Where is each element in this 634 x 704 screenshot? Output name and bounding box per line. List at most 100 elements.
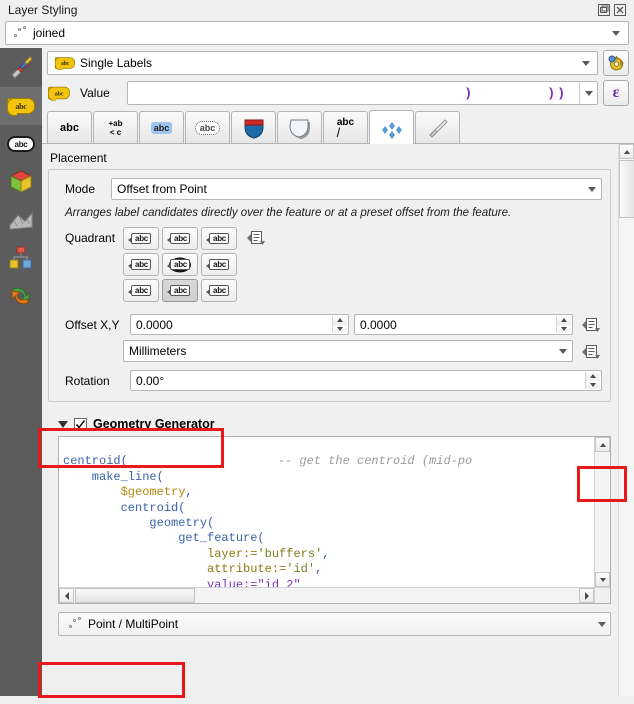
panel-vertical-scrollbar[interactable] [618, 144, 634, 696]
quadrant-cell-text: abc [128, 233, 151, 244]
offset-units-value: Millimeters [129, 344, 187, 358]
chevron-down-icon[interactable] [579, 82, 597, 104]
expression-builder-button[interactable]: ε [603, 80, 629, 106]
labeling-mode-row: abc Single Labels [42, 48, 634, 78]
geometry-generator-header[interactable]: Geometry Generator [48, 412, 611, 436]
quadrant-bottom-center[interactable]: abc [162, 279, 198, 302]
expression-horizontal-scrollbar[interactable] [59, 587, 594, 603]
units-data-defined-override-button[interactable] [580, 342, 602, 362]
layer-selector-value: joined [33, 26, 66, 40]
quadrant-top-right[interactable]: abc [201, 227, 237, 250]
geometry-generator-checkbox[interactable] [74, 417, 87, 431]
tab-mask[interactable]: abc [185, 111, 230, 143]
quadrant-bottom-right[interactable]: abc [201, 279, 237, 302]
rotation-stepper[interactable] [585, 372, 600, 389]
expression-code[interactable]: centroid(-- get the centroid (mid-po mak… [59, 437, 594, 587]
sidebar-item-labels[interactable]: abc [0, 87, 42, 125]
close-icon[interactable] [613, 4, 626, 17]
rotation-label: Rotation [65, 373, 110, 388]
tab-formatting[interactable]: +ab < c [93, 111, 138, 143]
offset-x-stepper[interactable] [332, 316, 347, 333]
scroll-up-icon[interactable] [619, 144, 634, 159]
brush-icon [428, 118, 448, 138]
scroll-down-icon[interactable] [595, 572, 610, 587]
actions-arrows-icon [11, 287, 30, 305]
offset-y-input[interactable]: 0.0000 [354, 314, 573, 335]
label-settings-button[interactable] [603, 50, 629, 76]
data-defined-override-icon [582, 318, 600, 332]
offset-y-stepper[interactable] [556, 316, 571, 333]
quadrant-middle-left[interactable]: abc [123, 253, 159, 276]
chevron-down-icon [588, 186, 596, 192]
layer-selector-combo[interactable]: joined [5, 21, 629, 45]
sidebar-item-masks[interactable]: abc [0, 125, 42, 163]
sidebar-item-symbology[interactable] [0, 49, 42, 87]
abc-callout-icon: abc / [336, 116, 355, 140]
offset-units-row: Millimeters [57, 335, 602, 362]
stepper-up-icon[interactable] [586, 372, 600, 381]
hscroll-thumb[interactable] [75, 588, 195, 603]
value-fragment-1: ) [464, 85, 472, 101]
quadrant-bottom-left[interactable]: abc [123, 279, 159, 302]
offset-x-input[interactable]: 0.0000 [130, 314, 349, 335]
geometry-type-value: Point / MultiPoint [88, 617, 179, 631]
offset-label: Offset X,Y [65, 317, 120, 332]
value-expression-input[interactable]: ) ) ) [127, 81, 598, 105]
quadrant-data-defined-override-button[interactable] [245, 228, 267, 248]
geometry-generator-expression-editor[interactable]: centroid(-- get the centroid (mid-po mak… [58, 436, 634, 604]
placement-section-title: Placement [50, 151, 107, 165]
abc-buffer-icon: abc [150, 121, 173, 134]
chevron-down-icon [598, 621, 606, 627]
stepper-up-icon[interactable] [333, 316, 347, 325]
offset-row: Offset X,Y 0.0000 0.0000 [57, 302, 602, 335]
geometry-type-combo[interactable]: Point / MultiPoint [58, 612, 611, 636]
abc-mask-icon: abc [7, 136, 35, 152]
offset-data-defined-override-button[interactable] [580, 315, 602, 335]
tab-text[interactable]: abc [47, 111, 92, 143]
tab-placement[interactable] [369, 110, 414, 144]
quadrant-middle-center[interactable]: abc [162, 253, 198, 276]
scroll-up-icon[interactable] [595, 437, 610, 452]
value-label: Value [80, 86, 110, 100]
quadrant-top-center[interactable]: abc [162, 227, 198, 250]
tab-callouts[interactable]: abc / [323, 111, 368, 143]
tab-rendering[interactable] [415, 111, 460, 143]
placement-mode-combo[interactable]: Offset from Point [111, 178, 602, 200]
sidebar-item-actions[interactable] [0, 277, 42, 315]
stepper-up-icon[interactable] [557, 316, 571, 325]
quadrant-middle-right[interactable]: abc [201, 253, 237, 276]
sidebar-item-diagrams[interactable] [0, 239, 42, 277]
offset-y-value: 0.0000 [360, 317, 397, 332]
scroll-left-icon[interactable] [59, 588, 74, 603]
tab-shadow[interactable] [277, 111, 322, 143]
undock-icon[interactable] [597, 4, 610, 17]
tab-buffer[interactable]: abc [139, 111, 184, 143]
label-property-tabs: abc +ab < c abc abc abc / [42, 108, 634, 144]
panel-scroll-thumb[interactable] [619, 160, 634, 218]
stepper-down-icon[interactable] [333, 324, 347, 333]
labeling-mode-combo[interactable]: abc Single Labels [47, 51, 598, 75]
data-defined-override-icon [582, 344, 600, 359]
window-controls [597, 4, 630, 17]
quadrant-cell-text: abc [167, 233, 190, 244]
quadrant-top-left[interactable]: abc [123, 227, 159, 250]
quadrant-cell-text: abc [167, 259, 190, 270]
labeling-mode-value: Single Labels [80, 56, 153, 70]
stepper-down-icon[interactable] [586, 380, 600, 389]
quadrant-cell-text: abc [206, 259, 229, 270]
triangle-down-icon[interactable] [58, 420, 68, 428]
stepper-down-icon[interactable] [557, 324, 571, 333]
geometry-generator-title: Geometry Generator [93, 417, 215, 431]
window-title: Layer Styling [8, 3, 78, 17]
placement-groupbox: Mode Offset from Point Arranges label ca… [48, 169, 611, 402]
tab-background[interactable] [231, 111, 276, 143]
sidebar-item-elevation[interactable] [0, 201, 42, 239]
abc-tag-icon: abc [48, 86, 70, 101]
offset-units-combo[interactable]: Millimeters [123, 340, 573, 362]
sidebar-item-3d-view[interactable] [0, 163, 42, 201]
label-value-row: abc Value ) ) ) ε [42, 78, 634, 108]
geometry-generator-section: Geometry Generator centroid(-- get the c… [48, 412, 634, 636]
expression-vertical-scrollbar[interactable] [594, 437, 610, 587]
rotation-input[interactable]: 0.00° [130, 370, 602, 391]
scroll-right-icon[interactable] [579, 588, 594, 603]
